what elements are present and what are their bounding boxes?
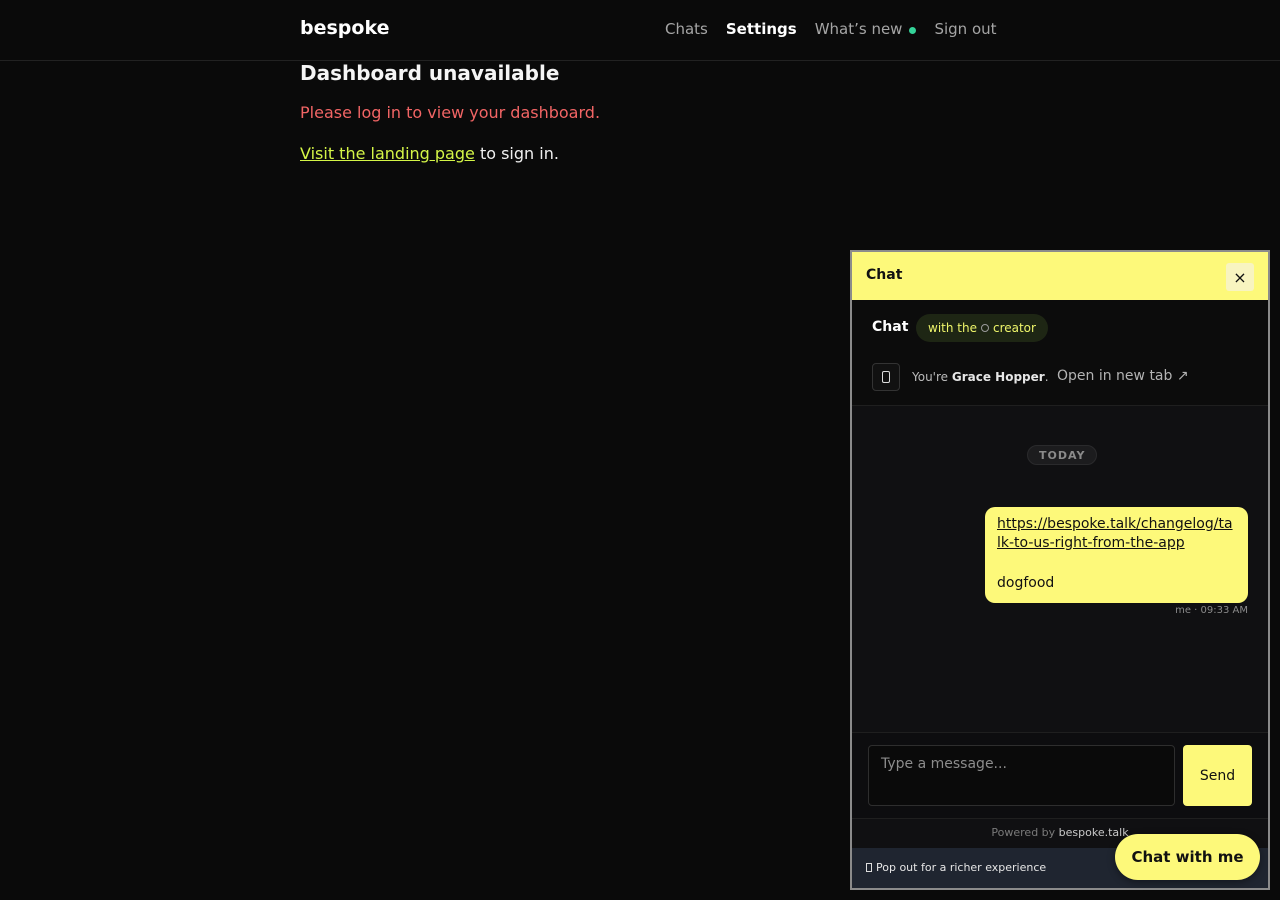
top-nav: bespoke Chats Settings What’s new Sign o… bbox=[0, 0, 1280, 61]
nav-settings[interactable]: Settings bbox=[726, 20, 797, 38]
powered-prefix: Powered by bbox=[991, 826, 1059, 839]
chat-with-me-button[interactable]: Chat with me bbox=[1115, 834, 1260, 880]
landing-page-link[interactable]: Visit the landing page bbox=[300, 144, 475, 163]
chat-widget: Chat × Chat with the creator You're Grac… bbox=[850, 250, 1270, 890]
creator-pill-prefix: with the bbox=[928, 321, 977, 335]
popout-label: Pop out for a richer experience bbox=[876, 861, 1047, 874]
phone-button[interactable] bbox=[872, 363, 900, 391]
nav-links: Chats Settings What’s new Sign out bbox=[665, 20, 997, 38]
identity-name: Grace Hopper bbox=[951, 370, 1045, 384]
open-in-new-tab-link[interactable]: Open in new tab ↗ bbox=[1057, 368, 1189, 384]
nav-sign-out[interactable]: Sign out bbox=[934, 20, 996, 38]
signin-hint-suffix: to sign in. bbox=[474, 144, 559, 163]
nav-whats-new-label: What’s new bbox=[814, 20, 903, 38]
identity-text: You're Grace Hopper. bbox=[912, 370, 1049, 384]
close-button[interactable]: × bbox=[1226, 263, 1254, 291]
brand-logo[interactable]: bespoke bbox=[300, 17, 389, 39]
message-list[interactable]: TODAY https://bespoke.talk/changelog/tal… bbox=[852, 407, 1268, 732]
nav-whats-new[interactable]: What’s new bbox=[815, 20, 917, 38]
phone-icon bbox=[882, 371, 890, 383]
powered-brand[interactable]: bespoke.talk bbox=[1059, 826, 1129, 839]
creator-pill: with the creator bbox=[916, 314, 1048, 342]
page-title: Dashboard unavailable bbox=[300, 61, 560, 85]
chat-header-title: Chat bbox=[866, 267, 903, 283]
signin-hint: Visit the landing page to sign in. bbox=[300, 144, 559, 163]
ring-icon bbox=[980, 324, 989, 332]
close-icon: × bbox=[1233, 267, 1247, 287]
date-divider: TODAY bbox=[1027, 445, 1098, 465]
chat-header: Chat × bbox=[852, 252, 1268, 300]
identity-suffix: . bbox=[1044, 370, 1049, 384]
chat-subheader: Chat with the creator You're Grace Hoppe… bbox=[852, 300, 1268, 406]
send-button[interactable]: Send bbox=[1183, 745, 1252, 806]
message-meta: me · 09:33 AM bbox=[1175, 605, 1248, 616]
popout-icon bbox=[866, 863, 872, 872]
message-bubble: https://bespoke.talk/changelog/talk-to-u… bbox=[985, 507, 1248, 603]
composer: Send bbox=[852, 732, 1268, 818]
error-message: Please log in to view your dashboard. bbox=[300, 103, 601, 122]
message-input[interactable] bbox=[868, 745, 1175, 806]
message-text: dogfood bbox=[997, 575, 1055, 591]
online-dot-icon bbox=[909, 26, 917, 34]
message-link[interactable]: https://bespoke.talk/changelog/talk-to-u… bbox=[997, 515, 1236, 553]
creator-pill-suffix: creator bbox=[992, 321, 1036, 335]
chat-subtitle: Chat bbox=[872, 319, 909, 335]
nav-chats[interactable]: Chats bbox=[665, 20, 708, 38]
identity-prefix: You're bbox=[912, 370, 952, 384]
